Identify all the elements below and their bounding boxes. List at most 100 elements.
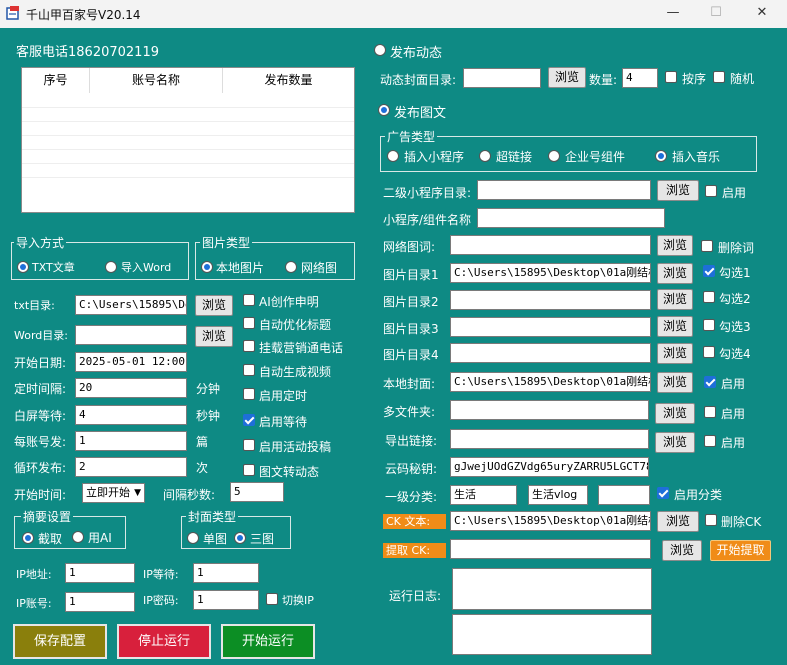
category-enable-checkbox[interactable] [657,487,669,499]
ip-password-input[interactable]: 1 [193,590,259,610]
switch-ip-checkbox[interactable] [266,593,278,605]
marketing-phone-checkbox[interactable] [243,340,255,352]
stop-run-button[interactable]: 停止运行 [117,624,211,659]
image-dir-3-input[interactable] [450,317,651,337]
image-dir-2-input[interactable] [450,290,651,310]
export-link-input[interactable] [450,429,649,449]
close-icon[interactable]: ✕ [752,4,772,22]
mini-dir-enable-checkbox[interactable] [705,185,717,197]
radio-publish-dynamic[interactable] [374,44,386,56]
save-config-button[interactable]: 保存配置 [13,624,107,659]
ck-text-browse-button[interactable]: 浏览 [657,511,699,532]
export-link-enable-checkbox[interactable] [704,435,716,447]
multi-folder-input[interactable] [450,400,649,420]
radio-publish-image-text[interactable] [378,104,390,116]
activity-post-checkbox[interactable] [243,439,255,451]
export-link-browse-button[interactable]: 浏览 [655,432,695,453]
ip-wait-input[interactable]: 1 [193,563,259,583]
radio-enterprise[interactable] [548,150,560,162]
category-input-2[interactable]: 生活vlog [528,485,588,505]
radio-single[interactable] [187,532,199,544]
radio-mini-program[interactable] [387,150,399,162]
image-dir-3-browse-button[interactable]: 浏览 [657,316,693,337]
mini-dir-input[interactable] [477,180,651,200]
dynamic-count-input[interactable]: 4 [622,68,658,88]
extract-ck-browse-button[interactable]: 浏览 [662,540,702,561]
dynamic-cover-browse-button[interactable]: 浏览 [548,67,586,88]
dynamic-cover-input[interactable] [463,68,541,88]
account-table[interactable]: 序号 账号名称 发布数量 [21,67,355,213]
auto-title-checkbox[interactable] [243,317,255,329]
mini-name-input[interactable] [477,208,665,228]
image-dir-2-browse-button[interactable]: 浏览 [657,289,693,310]
image-dir-4-input[interactable] [450,343,651,363]
image-dir-1-browse-button[interactable]: 浏览 [657,263,693,284]
image-dir-2-checkbox[interactable] [703,291,715,303]
img-to-dynamic-checkbox[interactable] [243,464,255,476]
white-wait-label: 白屏等待: [14,409,67,423]
start-time-select[interactable]: 立即开始 ▼ [82,483,145,503]
minimize-icon[interactable]: — [663,4,683,22]
radio-hyperlink[interactable] [479,150,491,162]
ai-declare-checkbox[interactable] [243,294,255,306]
local-cover-browse-button[interactable]: 浏览 [657,372,693,393]
txt-dir-input[interactable]: C:\Users\15895\Desktop\01a [75,295,187,315]
ip-addr-input[interactable]: 1 [65,563,135,583]
interval-input[interactable]: 20 [75,378,187,398]
per-account-label: 每账号发: [14,435,67,449]
enable-timer-checkbox[interactable] [243,388,255,400]
image-dir-4-browse-button[interactable]: 浏览 [657,343,693,364]
image-dir-4-checkbox[interactable] [703,346,715,358]
image-dir-1-input[interactable]: C:\Users\15895\Desktop\01a刚结构 [450,263,651,283]
local-cover-enable-checkbox[interactable] [704,376,716,388]
radio-local-image[interactable] [201,261,213,273]
radio-publish-image-text-label: 发布图文 [394,106,447,121]
white-wait-input[interactable]: 4 [75,405,187,425]
category-enable-label: 启用分类 [674,488,723,502]
extract-ck-input[interactable] [450,539,651,559]
category-input-3[interactable] [598,485,650,505]
radio-three-label: 三图 [250,532,275,546]
mini-dir-browse-button[interactable]: 浏览 [657,180,699,201]
radio-cut[interactable] [22,532,34,544]
txt-dir-browse-button[interactable]: 浏览 [195,295,233,316]
multi-folder-enable-checkbox[interactable] [704,406,716,418]
app-window: 千山甲百家号V20.14 — ☐ ✕ 客服电话18620702119 序号 账号… [0,0,787,665]
per-account-input[interactable]: 1 [75,431,187,451]
maximize-icon[interactable]: ☐ [706,4,726,22]
random-checkbox[interactable] [713,71,725,83]
word-dir-input[interactable] [75,325,187,345]
start-run-button[interactable]: 开始运行 [221,624,315,659]
interval-label: 定时间隔: [14,382,67,396]
radio-three[interactable] [234,532,246,544]
radio-ai[interactable] [72,531,84,543]
interval-seconds-input[interactable]: 5 [230,482,284,502]
order-checkbox[interactable] [665,71,677,83]
net-image-input[interactable] [450,235,651,255]
image-dir-1-checkbox[interactable] [703,265,715,277]
ck-text-input[interactable]: C:\Users\15895\Desktop\01a刚结构 [450,511,651,531]
run-log-area-2[interactable] [452,614,652,655]
radio-net-image[interactable] [285,261,297,273]
net-image-browse-button[interactable]: 浏览 [657,235,693,256]
auto-video-checkbox[interactable] [243,364,255,376]
radio-enterprise-label: 企业号组件 [565,150,626,164]
multi-folder-browse-button[interactable]: 浏览 [655,403,695,424]
start-extract-button[interactable]: 开始提取 [710,540,771,561]
radio-music[interactable] [655,150,667,162]
delete-ck-checkbox[interactable] [705,514,717,526]
run-log-area-1[interactable] [452,568,652,610]
radio-word[interactable] [105,261,117,273]
image-dir-3-checkbox[interactable] [703,319,715,331]
delete-word-checkbox[interactable] [701,240,713,252]
cloud-key-input[interactable]: gJwejUOdGZVdg65uryZARRU5LGCT788e [450,457,649,477]
start-date-input[interactable]: 2025-05-01 12:00 [75,352,187,372]
ip-account-input[interactable]: 1 [65,592,135,612]
radio-txt[interactable] [17,261,29,273]
import-method-title: 导入方式 [14,234,67,251]
enable-wait-checkbox[interactable] [243,414,255,426]
word-dir-browse-button[interactable]: 浏览 [195,326,233,347]
local-cover-input[interactable]: C:\Users\15895\Desktop\01a刚结构 [450,372,651,392]
category-input-1[interactable]: 生活 [450,485,517,505]
loop-input[interactable]: 2 [75,457,187,477]
